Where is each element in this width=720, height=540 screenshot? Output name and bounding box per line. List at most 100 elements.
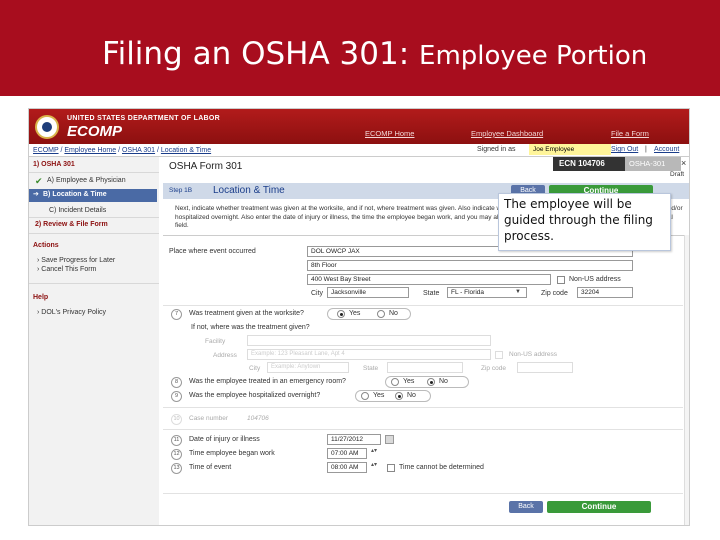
sidebar-action-cancel[interactable]: › Cancel This Form — [37, 266, 96, 273]
time-event-input[interactable]: 08:00 AM — [327, 462, 367, 473]
chevron-down-icon: ▼ — [515, 289, 521, 295]
non-us-checkbox[interactable] — [557, 276, 565, 284]
q7-no-label: No — [389, 310, 398, 317]
step-title: Location & Time — [213, 185, 285, 196]
nav-ecomp-home[interactable]: ECOMP Home — [365, 129, 414, 138]
app-logo: ECOMP — [67, 123, 123, 140]
date-input[interactable]: 11/27/2012 — [327, 434, 381, 445]
non-us-label-2: Non-US address — [509, 351, 558, 358]
breadcrumb-ecomp[interactable]: ECOMP — [33, 147, 59, 154]
q9-no-label: No — [407, 392, 416, 399]
non-us-checkbox-2[interactable] — [495, 351, 503, 359]
city2-input[interactable]: Example: Anytown — [267, 362, 349, 373]
divider — [29, 217, 159, 218]
city-input[interactable]: Jacksonville — [327, 287, 409, 298]
q8-no-label: No — [439, 378, 448, 385]
place-line2-input[interactable]: 8th Floor — [307, 260, 633, 271]
form-title: OSHA Form 301 — [169, 161, 243, 172]
place-line3-input[interactable]: 400 West Bay Street — [307, 274, 551, 285]
zip-label: Zip code — [541, 290, 568, 297]
ecn-badge: ECN 104706 — [553, 157, 625, 171]
state-label: State — [423, 290, 440, 297]
back-button-bottom[interactable]: Back — [509, 501, 543, 513]
q7-yes-radio[interactable] — [337, 310, 345, 318]
dol-seal-icon — [35, 115, 59, 139]
q7-label: Was treatment given at the worksite? — [189, 310, 304, 317]
sidebar-help-title: Help — [33, 294, 49, 301]
question-number: 7 — [171, 309, 182, 320]
time-began-label: Time employee began work — [189, 450, 275, 457]
sign-out-link[interactable]: Sign Out — [611, 146, 638, 153]
case-number-label: Case number — [189, 415, 229, 422]
nav-employee-dashboard[interactable]: Employee Dashboard — [471, 129, 543, 138]
undetermined-checkbox[interactable] — [387, 464, 395, 472]
arrow-right-icon: ➔ — [33, 191, 39, 198]
callout-text: The employee will be guided through the … — [504, 197, 653, 243]
q8-no-radio[interactable] — [427, 378, 435, 386]
divider — [29, 283, 159, 284]
address-input[interactable]: Example: 123 Pleasant Lane, Apt 4 — [247, 349, 491, 360]
q8-yes-label: Yes — [403, 378, 415, 385]
city2-label: City — [249, 365, 261, 372]
time-spinner-icon[interactable]: ▴▾ — [371, 461, 377, 468]
divider — [163, 493, 683, 494]
sidebar-action-save[interactable]: › Save Progress for Later — [37, 257, 115, 264]
close-icon[interactable]: × — [681, 158, 686, 168]
slide-title-main: Filing an OSHA 301: — [102, 36, 420, 72]
divider — [163, 305, 683, 306]
breadcrumb-osha-301[interactable]: OSHA 301 — [122, 147, 155, 154]
facility-input[interactable] — [247, 335, 491, 346]
sidebar-help-privacy[interactable]: › DOL's Privacy Policy — [37, 309, 106, 316]
q9-yes-radio[interactable] — [361, 392, 369, 400]
divider — [29, 172, 159, 173]
continue-button-bottom[interactable]: Continue — [547, 501, 651, 513]
question-number: 8 — [171, 377, 182, 388]
step-label: Step 1B — [169, 187, 193, 194]
nav-file-a-form[interactable]: File a Form — [611, 129, 649, 138]
state-value: FL - Florida — [451, 289, 484, 296]
calendar-icon[interactable] — [385, 435, 394, 444]
sidebar-step-employee-physician[interactable]: A) Employee & Physician — [47, 177, 126, 184]
time-spinner-icon[interactable]: ▴▾ — [371, 447, 377, 454]
q9-no-radio[interactable] — [395, 392, 403, 400]
q7-yes-label: Yes — [349, 310, 361, 317]
ecomp-screenshot: UNITED STATES DEPARTMENT OF LABOR ECOMP … — [28, 108, 690, 526]
checkmark-icon: ✔ — [35, 176, 43, 186]
sidebar-action-cancel-label: Cancel This Form — [41, 266, 97, 273]
time-began-input[interactable]: 07:00 AM — [327, 448, 367, 459]
q8-label: Was the employee treated in an emergency… — [189, 378, 346, 385]
date-label: Date of injury or illness — [189, 436, 260, 443]
divider — [163, 407, 683, 408]
sidebar-form-title[interactable]: 1) OSHA 301 — [33, 161, 75, 168]
time-event-label: Time of event — [189, 464, 232, 471]
dept-name: UNITED STATES DEPARTMENT OF LABOR — [67, 115, 221, 122]
zip-input[interactable]: 32204 — [577, 287, 633, 298]
city-label: City — [311, 290, 324, 297]
sidebar-help-privacy-label: DOL's Privacy Policy — [41, 309, 107, 316]
facility-label: Facility — [205, 338, 226, 345]
sidebar-step-location-time[interactable]: B) Location & Time — [43, 191, 107, 198]
sidebar-review-file[interactable]: 2) Review & File Form — [35, 221, 108, 228]
slide-title: Filing an OSHA 301: Employee Portion — [102, 36, 647, 72]
q8-yes-radio[interactable] — [391, 378, 399, 386]
case-number-value: 104706 — [247, 415, 269, 422]
question-number: 13 — [171, 463, 182, 474]
breadcrumb-employee-home[interactable]: Employee Home — [64, 147, 116, 154]
account-link[interactable]: Account — [654, 146, 679, 153]
breadcrumb-location-time[interactable]: Location & Time — [161, 147, 211, 154]
zip2-label: Zip code — [481, 365, 506, 372]
place-label: Place where event occurred — [169, 248, 256, 255]
form-tag: OSHA-301 — [625, 157, 681, 171]
zip2-input[interactable] — [517, 362, 573, 373]
state2-select[interactable] — [387, 362, 463, 373]
scrollbar[interactable] — [684, 235, 689, 525]
status-badge: Draft — [670, 171, 685, 178]
divider — [29, 233, 159, 234]
question-number: 11 — [171, 435, 182, 446]
q7-no-radio[interactable] — [377, 310, 385, 318]
breadcrumb: ECOMP / Employee Home / OSHA 301 / Locat… — [33, 147, 212, 154]
q9-label: Was the employee hospitalized overnight? — [189, 392, 321, 399]
sidebar-step-incident-details[interactable]: C) Incident Details — [49, 207, 106, 214]
question-number: 9 — [171, 391, 182, 402]
q7-followup-label: If not, where was the treatment given? — [191, 324, 310, 331]
